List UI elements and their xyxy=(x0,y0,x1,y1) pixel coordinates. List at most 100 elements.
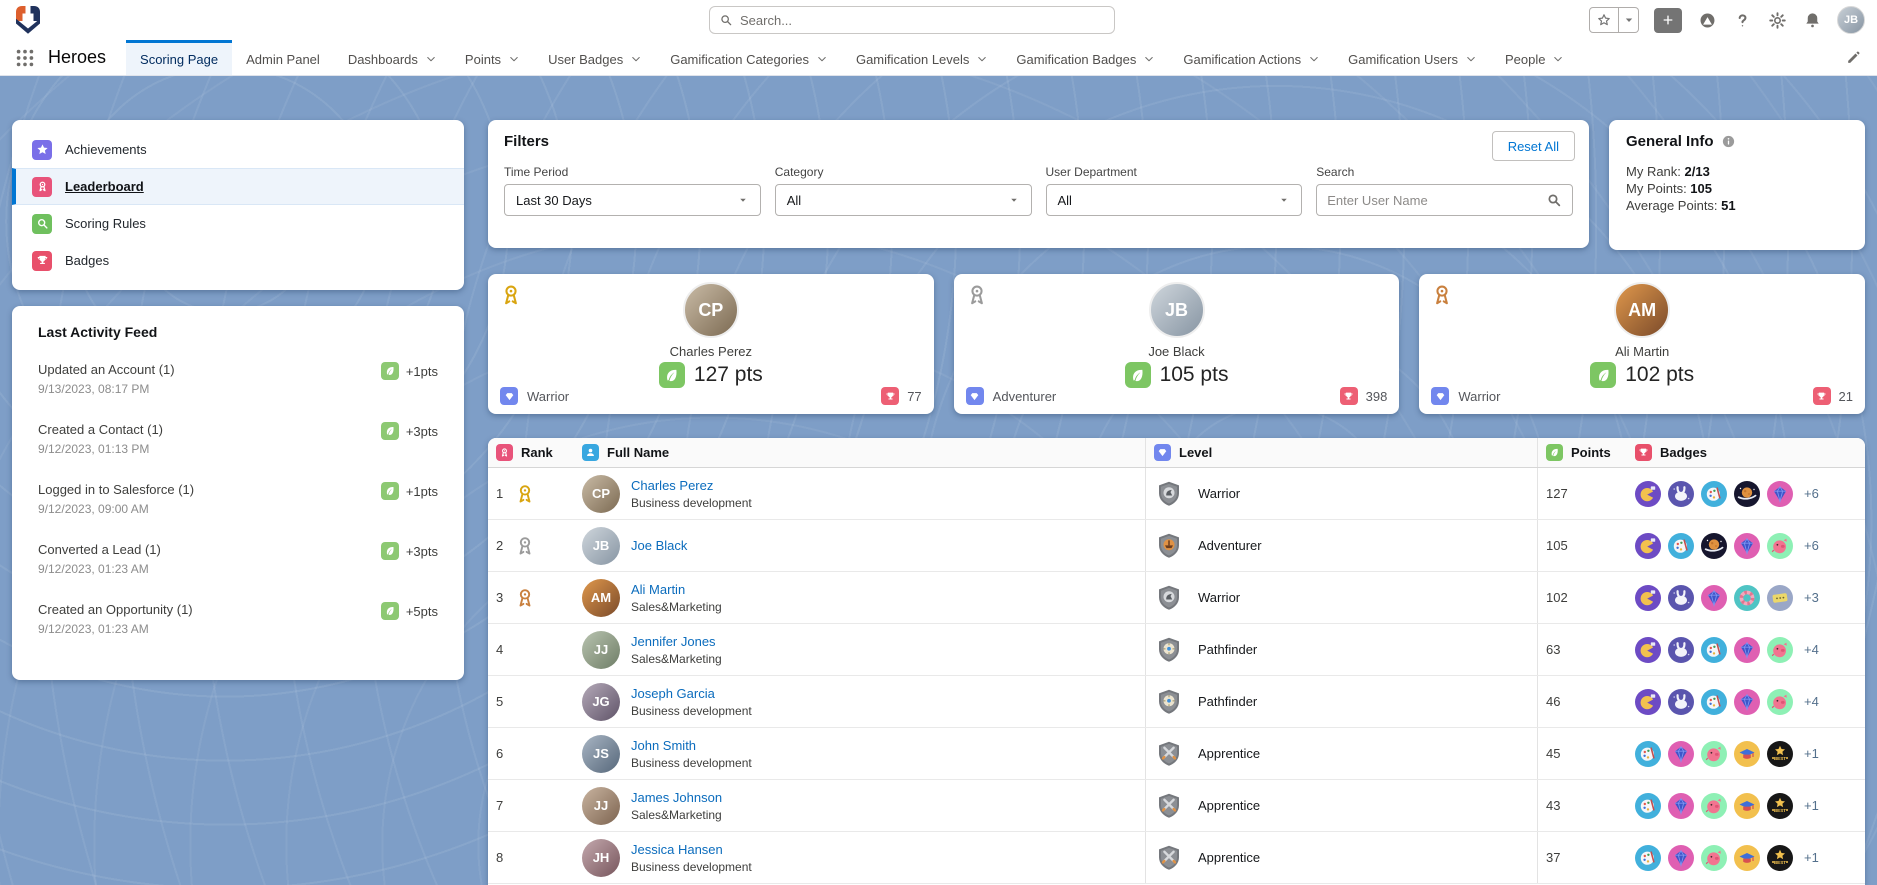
time-period-select[interactable]: Last 30 Days xyxy=(504,184,761,216)
leaf-icon xyxy=(1546,444,1563,461)
badge-rabbit-icon[interactable] xyxy=(1668,636,1694,663)
global-search[interactable] xyxy=(709,6,1115,34)
sidebar-item-label: Scoring Rules xyxy=(65,216,146,231)
badge-piggy-icon[interactable] xyxy=(1701,792,1727,819)
category-select[interactable]: All xyxy=(774,184,1032,216)
badge-palette-icon[interactable] xyxy=(1635,792,1661,819)
user-name-link[interactable]: Charles Perez xyxy=(631,478,752,493)
user-name-link[interactable]: Jennifer Jones xyxy=(631,634,722,649)
badge-diamond-icon[interactable] xyxy=(1668,792,1694,819)
badge-piggy-icon[interactable] xyxy=(1767,532,1793,559)
badge-palette-icon[interactable] xyxy=(1701,480,1727,507)
notifications-button[interactable] xyxy=(1802,10,1822,30)
badge-best-icon[interactable]: BEST xyxy=(1767,844,1793,871)
tab-admin-panel[interactable]: Admin Panel xyxy=(232,40,334,75)
badge-space-icon[interactable] xyxy=(1734,480,1760,507)
badge-ticket-icon[interactable] xyxy=(1767,584,1793,611)
trophy-icon xyxy=(1635,444,1652,461)
trailhead-button[interactable] xyxy=(1697,10,1717,30)
user-search-input[interactable] xyxy=(1327,192,1538,208)
user-name-link[interactable]: Joe Black xyxy=(631,538,687,553)
global-actions-button[interactable] xyxy=(1654,7,1682,33)
badge-piggy-icon[interactable] xyxy=(1701,844,1727,871)
tab-gamification-actions[interactable]: Gamification Actions xyxy=(1169,40,1334,75)
badge-rabbit-icon[interactable] xyxy=(1668,688,1694,715)
tab-people[interactable]: People xyxy=(1491,40,1578,75)
favorites-star-button[interactable] xyxy=(1589,7,1619,33)
badge-piggy-icon[interactable] xyxy=(1701,740,1727,767)
activity-label: Created an Opportunity (1) xyxy=(38,602,193,617)
badge-diamond-icon[interactable] xyxy=(1668,844,1694,871)
badge-donut-icon[interactable] xyxy=(1734,584,1760,611)
help-button[interactable] xyxy=(1732,10,1752,30)
level-shield-icon xyxy=(1159,793,1179,818)
badge-diamond-icon[interactable] xyxy=(1767,480,1793,507)
badge-best-icon[interactable]: BEST xyxy=(1767,792,1793,819)
user-name-link[interactable]: Jessica Hansen xyxy=(631,842,752,857)
sidebar-item-leaderboard[interactable]: Leaderboard xyxy=(12,168,464,205)
info-value: 105 xyxy=(1690,181,1712,196)
badge-diamond-icon[interactable] xyxy=(1668,740,1694,767)
badge-count: 21 xyxy=(1838,388,1854,404)
sidebar-item-badges[interactable]: Badges xyxy=(12,242,464,279)
global-search-input[interactable] xyxy=(740,12,1105,28)
caret-down-icon xyxy=(737,194,749,206)
badge-diamond-icon[interactable] xyxy=(1734,532,1760,559)
user-avatar[interactable]: JB xyxy=(1837,6,1865,34)
badge-pacman-icon[interactable] xyxy=(1635,636,1661,663)
points-cell: 43 xyxy=(1537,780,1627,831)
badge-space-icon[interactable] xyxy=(1701,532,1727,559)
table-row: 8 JH Jessica Hansen Business development… xyxy=(488,832,1865,884)
full-name-cell: CP Charles Perez Business development xyxy=(574,468,1145,519)
tab-gamification-levels[interactable]: Gamification Levels xyxy=(842,40,1002,75)
badge-diamond-icon[interactable] xyxy=(1734,636,1760,663)
app-launcher-button[interactable] xyxy=(8,40,42,75)
tab-dashboards[interactable]: Dashboards xyxy=(334,40,451,75)
reset-all-button[interactable]: Reset All xyxy=(1491,131,1575,161)
activity-points: +3pts xyxy=(405,423,438,439)
tab-gamification-categories[interactable]: Gamification Categories xyxy=(656,40,842,75)
level-label: Adventurer xyxy=(1198,538,1262,553)
badge-best-icon[interactable]: BEST xyxy=(1767,740,1793,767)
points-value: 105 xyxy=(1546,538,1568,553)
badge-palette-icon[interactable] xyxy=(1701,636,1727,663)
tab-gamification-users[interactable]: Gamification Users xyxy=(1334,40,1491,75)
activity-feed-card: Last Activity Feed Updated an Account (1… xyxy=(12,306,464,680)
sidebar-item-scoring-rules[interactable]: Scoring Rules xyxy=(12,205,464,242)
badge-piggy-icon[interactable] xyxy=(1767,688,1793,715)
tab-scoring-page[interactable]: Scoring Page xyxy=(126,40,233,75)
favorites-menu-button[interactable] xyxy=(1619,7,1639,33)
activity-label: Created a Contact (1) xyxy=(38,422,164,437)
badge-grad-icon[interactable] xyxy=(1734,792,1760,819)
badge-rabbit-icon[interactable] xyxy=(1668,480,1694,507)
edit-navigation-button[interactable] xyxy=(1838,40,1869,75)
badge-pacman-icon[interactable] xyxy=(1635,688,1661,715)
filter-search: Search xyxy=(1316,165,1573,216)
badge-palette-icon[interactable] xyxy=(1635,844,1661,871)
user-department-select[interactable]: All xyxy=(1045,184,1303,216)
gem-icon xyxy=(1431,387,1450,405)
badge-pacman-icon[interactable] xyxy=(1635,532,1661,559)
badge-palette-icon[interactable] xyxy=(1668,532,1694,559)
user-name-link[interactable]: James Johnson xyxy=(631,790,722,805)
info-icon[interactable] xyxy=(1721,134,1736,149)
badge-grad-icon[interactable] xyxy=(1734,740,1760,767)
badge-grad-icon[interactable] xyxy=(1734,844,1760,871)
user-name-link[interactable]: Ali Martin xyxy=(631,582,722,597)
tab-points[interactable]: Points xyxy=(451,40,534,75)
badge-pacman-icon[interactable] xyxy=(1635,584,1661,611)
badge-palette-icon[interactable] xyxy=(1701,688,1727,715)
badge-palette-icon[interactable] xyxy=(1635,740,1661,767)
badge-pacman-icon[interactable] xyxy=(1635,480,1661,507)
badge-diamond-icon[interactable] xyxy=(1701,584,1727,611)
global-header: JB xyxy=(0,0,1877,40)
badge-diamond-icon[interactable] xyxy=(1734,688,1760,715)
badge-piggy-icon[interactable] xyxy=(1767,636,1793,663)
user-name-link[interactable]: John Smith xyxy=(631,738,752,753)
tab-gamification-badges[interactable]: Gamification Badges xyxy=(1002,40,1169,75)
sidebar-item-achievements[interactable]: Achievements xyxy=(12,131,464,168)
badge-rabbit-icon[interactable] xyxy=(1668,584,1694,611)
user-name-link[interactable]: Joseph Garcia xyxy=(631,686,752,701)
setup-button[interactable] xyxy=(1767,10,1787,30)
tab-user-badges[interactable]: User Badges xyxy=(534,40,656,75)
